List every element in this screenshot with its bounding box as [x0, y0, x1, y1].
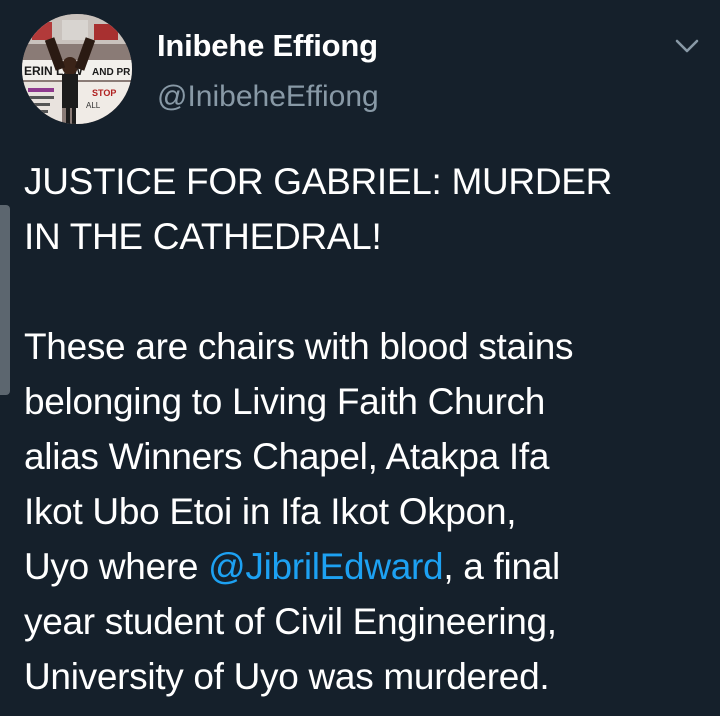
author-handle[interactable]: @InibeheEffiong [157, 79, 379, 115]
avatar[interactable]: ERIN LAW AND PR STOP ALL [22, 14, 132, 124]
tweet-paragraph-2: These are chairs with blood stains belon… [24, 319, 714, 704]
avatar-sign-text-2: AND PR [92, 67, 131, 78]
tweet-text: JUSTICE FOR GABRIEL: MURDER IN THE CATHE… [24, 154, 714, 704]
avatar-sign-text-3: STOP [92, 88, 116, 98]
tweet-paragraph-1: JUSTICE FOR GABRIEL: MURDER IN THE CATHE… [24, 161, 613, 257]
author-display-name[interactable]: Inibehe Effiong [157, 28, 378, 64]
avatar-image: ERIN LAW AND PR STOP ALL [22, 14, 132, 124]
chevron-down-icon[interactable] [672, 34, 702, 58]
scroll-indicator[interactable] [0, 205, 10, 395]
avatar-sign-text-4: ALL [86, 101, 101, 110]
mention-link[interactable]: @JibrilEdward [208, 546, 443, 587]
